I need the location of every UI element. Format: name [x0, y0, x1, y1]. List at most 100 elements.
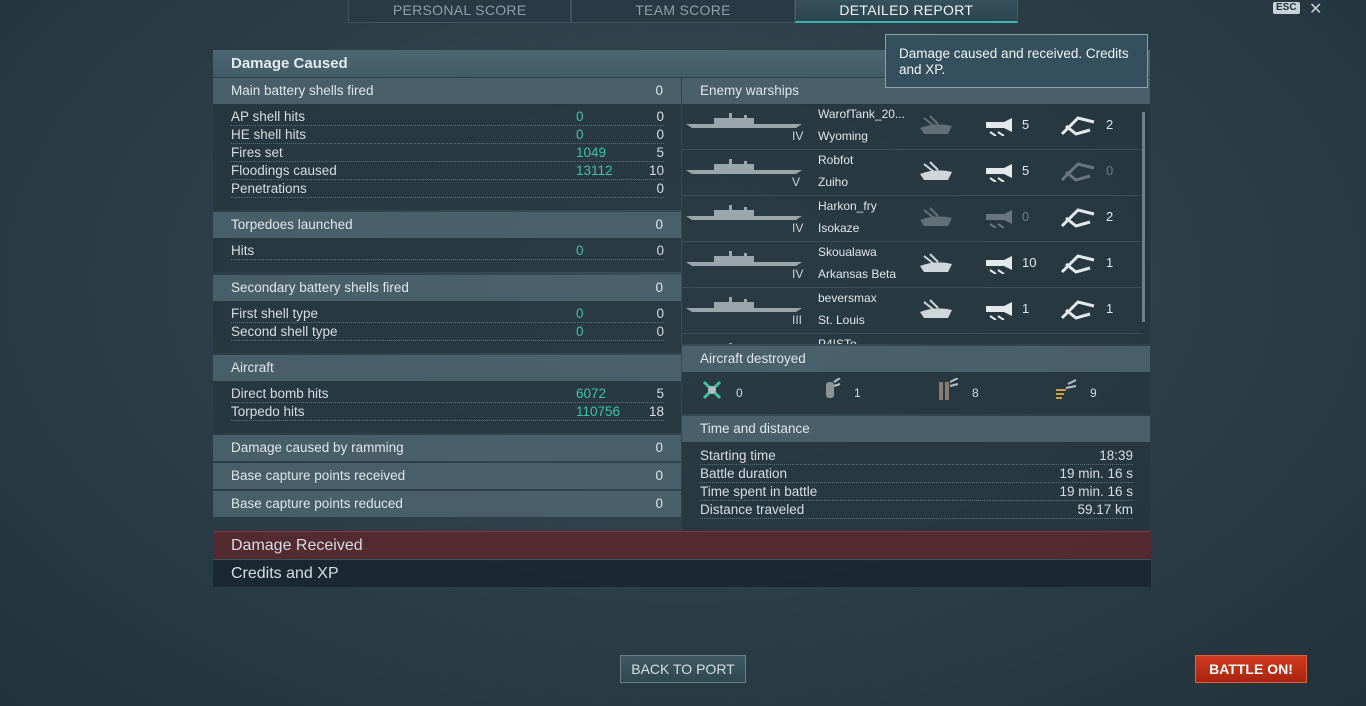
ship-name: Isokaze: [818, 221, 860, 235]
aircraft-label: Aircraft: [231, 360, 274, 375]
stat-row: AP shell hits 0 0: [231, 108, 664, 126]
scrollbar[interactable]: [1142, 112, 1145, 322]
ship-silhouette-icon: [686, 205, 802, 220]
stat-row: Second shell type 0 0: [231, 323, 664, 341]
stat-label: Floodings caused: [231, 163, 337, 178]
main-battery-body: AP shell hits 0 0 HE shell hits 0 0 Fire…: [213, 104, 681, 210]
main-battery-label: Main battery shells fired: [231, 83, 374, 98]
stat-row: First shell type 0 0: [231, 305, 664, 323]
time-distance-header: Time and distance: [682, 416, 1150, 442]
stat-value: 0: [656, 181, 664, 196]
time-row: Distance traveled 59.17 km: [700, 501, 1133, 519]
aircraft-destroyed-count: 1: [854, 386, 861, 400]
stat-value: 0: [656, 127, 664, 142]
aircraft-destroyed-item: 9: [1054, 378, 1097, 408]
close-icon[interactable]: ✕: [1309, 0, 1322, 19]
shell-hits-icon: [982, 160, 1018, 183]
torpedoes-header: Torpedoes launched 0: [213, 212, 681, 238]
time-label: Distance traveled: [700, 502, 805, 517]
player-name: Robfot: [818, 153, 854, 167]
enemy-ship-row: III beversmax St. Louis 1 1: [682, 288, 1142, 334]
ship-silhouette-icon: [686, 113, 802, 128]
ship-tier: IV: [792, 267, 804, 281]
tab-team-score[interactable]: TEAM SCORE: [571, 0, 795, 23]
stat-damage: 13112: [576, 163, 613, 178]
time-label: Battle duration: [700, 466, 788, 481]
stat-value: 0: [656, 109, 664, 124]
tab-personal-score[interactable]: PERSONAL SCORE: [348, 0, 572, 23]
destroyed-icon: [1060, 206, 1096, 228]
top-tabs: PERSONAL SCORE TEAM SCORE DETAILED REPOR…: [348, 0, 1018, 23]
ship-name: Zuiho: [818, 175, 849, 189]
enemy-ship-row: IV WarofTank_20... Wyoming 5 2: [682, 104, 1142, 150]
ship-name: Arkansas Beta: [818, 267, 897, 281]
player-name: WarofTank_20...: [818, 107, 905, 121]
hits-count: 1: [1022, 301, 1030, 316]
stat-row: Fires set 1049 5: [231, 144, 664, 162]
stat-value: 0: [656, 243, 664, 258]
credits-xp-section[interactable]: Credits and XP: [213, 559, 1151, 587]
time-value: 18:39: [1099, 448, 1133, 463]
back-to-port-button[interactable]: BACK TO PORT: [620, 655, 746, 683]
player-name: P4ISTo: [818, 337, 857, 344]
stat-row: Hits 0 0: [231, 242, 664, 260]
main-battery-value: 0: [655, 83, 663, 98]
shell-hits-icon: [982, 252, 1018, 275]
torpedoes-value: 0: [655, 217, 663, 232]
time-value: 59.17 km: [1077, 502, 1133, 517]
aircraft-destroyed-header: Aircraft destroyed: [682, 346, 1150, 372]
time-value: 19 min. 16 s: [1059, 466, 1133, 481]
aircraft-destroyed-item: 0: [700, 378, 743, 408]
time-row: Starting time 18:39: [700, 447, 1133, 465]
player-name: Skoualawa: [818, 245, 877, 259]
stat-label: Penetrations: [231, 181, 307, 196]
stat-row: Floodings caused 13112 10: [231, 162, 664, 180]
destroyed-icon: [1060, 298, 1096, 320]
main-battery-header: Main battery shells fired 0: [213, 78, 681, 104]
stat-value: 10: [648, 163, 664, 178]
destroyed-count: 2: [1106, 117, 1114, 132]
stat-damage: 0: [576, 324, 584, 339]
torpedoes-body: Hits 0 0: [213, 238, 681, 272]
stat-damage: 6072: [576, 386, 607, 401]
ship-silhouette-icon: [729, 343, 732, 344]
dive-bomber-icon: [1056, 379, 1077, 399]
stat-label: AP shell hits: [231, 109, 306, 124]
damage-caused-right-panel: Enemy warships IV WarofTank_20... Wyoming 5…: [682, 78, 1150, 532]
destroyed-count: 1: [1106, 255, 1114, 270]
time-label: Starting time: [700, 448, 776, 463]
stat-damage: 0: [576, 127, 584, 142]
ramming-value: 0: [655, 440, 663, 455]
destroyed-icon: [1060, 114, 1096, 136]
secondary-header: Secondary battery shells fired 0: [213, 275, 681, 301]
stat-value: 5: [656, 145, 664, 160]
stat-value: 18: [648, 404, 664, 419]
fighter-crossed-icon: [702, 380, 722, 400]
aircraft-header: Aircraft: [213, 355, 681, 381]
ship-name: St. Louis: [818, 313, 865, 327]
ship-tier: IV: [792, 129, 804, 143]
stat-label: Torpedo hits: [231, 404, 305, 419]
shell-hits-icon: [982, 298, 1018, 321]
stat-value: 0: [656, 306, 664, 321]
player-name: beversmax: [818, 291, 877, 305]
stat-label: Second shell type: [231, 324, 338, 339]
enemy-warships-list[interactable]: IV WarofTank_20... Wyoming 5 2 V Robfot Zuiho 5 0…: [682, 104, 1150, 344]
time-row: Time spent in battle 19 min. 16 s: [700, 483, 1133, 501]
enemy-ship-row: V Robfot Zuiho 5 0: [682, 150, 1142, 196]
destroyed-icon: [1060, 252, 1096, 274]
shell-hits-icon: [982, 114, 1018, 137]
enemy-ship-row: IV Skoualawa Arkansas Beta 10 1: [682, 242, 1142, 288]
torpedo-bomber-icon: [939, 377, 959, 400]
damage-received-section[interactable]: Damage Received: [213, 531, 1151, 559]
battle-on-button[interactable]: BATTLE ON!: [1195, 655, 1307, 683]
stat-row: Penetrations 0: [231, 180, 664, 198]
torpedoes-label: Torpedoes launched: [231, 217, 353, 232]
ship-damaged-icon: [918, 298, 954, 320]
bomb-icon: [826, 377, 841, 398]
cap-received-value: 0: [655, 468, 663, 483]
stat-damage: 0: [576, 243, 584, 258]
ship-tier: V: [792, 175, 801, 189]
tab-detailed-report[interactable]: DETAILED REPORT: [794, 0, 1018, 23]
stat-damage: 0: [576, 109, 584, 124]
